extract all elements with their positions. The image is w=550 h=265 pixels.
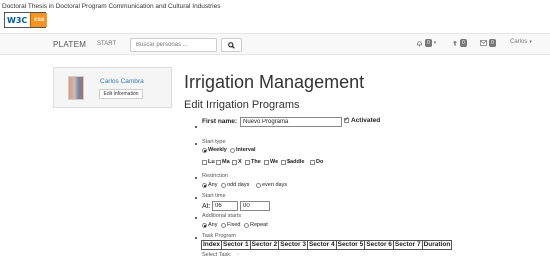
- restriction-odd-radio[interactable]: [221, 183, 226, 188]
- day-label: X: [238, 159, 242, 165]
- restriction-label: Restriction: [202, 173, 228, 179]
- restriction-any-radio[interactable]: [202, 183, 207, 188]
- list-bullet: [195, 197, 197, 199]
- restriction-any-label: Any: [208, 182, 218, 188]
- task-program-label: Task Program: [202, 233, 236, 239]
- additional-repeat-radio[interactable]: [244, 223, 249, 228]
- w3c-logo-text: W3C: [5, 15, 30, 25]
- upload-icon: [452, 40, 458, 46]
- brand-link[interactable]: PLATEM: [53, 40, 86, 49]
- notifications-menu[interactable]: 0 ▾: [416, 39, 436, 47]
- additional-fixed-label: Fixed: [227, 222, 241, 228]
- start-type-interval-label: Interval: [236, 147, 256, 153]
- search-input[interactable]: [130, 38, 217, 52]
- additional-repeat-label: Repeat: [250, 222, 268, 228]
- table-header: Index: [203, 241, 222, 249]
- day-checkbox[interactable]: [245, 160, 250, 165]
- messages-menu[interactable]: 0: [480, 39, 496, 47]
- table-header: Sector 6: [366, 241, 394, 249]
- list-bullet: [195, 177, 197, 179]
- table-header: Sector 7: [394, 241, 423, 249]
- messages-badge: 0: [489, 39, 496, 47]
- day-checkbox[interactable]: [310, 160, 315, 165]
- envelope-icon: [480, 40, 487, 46]
- select-task-dropdown[interactable]: -: [237, 252, 239, 258]
- bell-icon: [417, 40, 422, 47]
- day-label: Lu: [208, 159, 215, 165]
- w3c-css-badge[interactable]: W3C css: [4, 12, 48, 28]
- day-label: We: [270, 159, 279, 165]
- day-label: Ma: [222, 159, 230, 165]
- select-task-label: Select Task:: [202, 252, 232, 258]
- activated-checkbox[interactable]: [344, 116, 349, 123]
- chevron-down-icon: ▾: [433, 40, 437, 46]
- day-label: Do: [316, 159, 324, 165]
- table-header: Sector 1: [222, 241, 251, 249]
- additional-any-label: Any: [208, 222, 218, 228]
- start-type-weekly-label: Weekly: [208, 147, 227, 153]
- notifications-badge: 0: [425, 39, 432, 47]
- list-bullet: [195, 217, 197, 219]
- additional-fixed-radio[interactable]: [221, 223, 226, 228]
- edit-information-button[interactable]: Edit Information: [99, 89, 143, 99]
- list-bullet: [195, 143, 197, 145]
- day-checkbox[interactable]: [281, 160, 286, 165]
- user-menu[interactable]: Carlos ▾: [510, 39, 532, 45]
- table-header: Duration: [423, 241, 451, 248]
- list-bullet: [195, 237, 197, 239]
- profile-card: Carlos Cambra Edit Information: [53, 67, 172, 108]
- page-subtitle: Edit Irrigation Programs: [184, 99, 300, 111]
- navbar: PLATEM START 0 ▾ 0 0 Carlos ▾: [0, 33, 550, 55]
- day-checkbox[interactable]: [216, 160, 221, 165]
- task-program-table: Index Sector 1 Sector 2 Sector 3 Sector …: [201, 240, 453, 250]
- profile-name-link[interactable]: Carlos Cambra: [100, 78, 144, 85]
- start-time-prefix: At:: [202, 203, 211, 210]
- page-caption: Doctoral Thesis in Doctoral Program Comm…: [2, 3, 221, 10]
- start-type-label: Start type: [202, 139, 226, 145]
- table-header: Sector 3: [280, 241, 308, 249]
- avatar: [68, 76, 84, 100]
- nav-start-link[interactable]: START: [97, 41, 116, 47]
- css-logo-text: css: [30, 13, 48, 27]
- day-checkbox[interactable]: [202, 160, 207, 165]
- search-button[interactable]: [221, 38, 242, 52]
- day-label: $addle: [287, 159, 305, 165]
- search-icon: [228, 41, 235, 49]
- list-bullet: [195, 126, 197, 128]
- user-menu-label: Carlos: [510, 39, 528, 45]
- activated-label: Activated: [351, 117, 381, 124]
- table-header: Sector 5: [337, 241, 366, 249]
- first-name-label: First name:: [202, 118, 238, 125]
- start-type-interval-radio[interactable]: [230, 148, 235, 153]
- table-header: Sector 2: [251, 241, 280, 249]
- chevron-down-icon: ▾: [529, 39, 532, 45]
- first-name-input[interactable]: [240, 117, 342, 127]
- start-time-label: Start time: [202, 193, 226, 199]
- start-hour-input[interactable]: [212, 201, 238, 211]
- additional-starts-label: Additional starts: [202, 213, 242, 219]
- uploads-badge: 0: [460, 39, 467, 47]
- page-title: Irrigation Management: [184, 72, 365, 92]
- uploads-menu[interactable]: 0: [452, 39, 467, 47]
- start-type-weekly-radio[interactable]: [202, 148, 207, 153]
- additional-any-radio[interactable]: [202, 223, 207, 228]
- day-checkbox[interactable]: [264, 160, 269, 165]
- start-minute-input[interactable]: [240, 201, 270, 211]
- restriction-even-radio[interactable]: [256, 183, 261, 188]
- day-checkbox[interactable]: [232, 160, 237, 165]
- restriction-odd-label: odd days: [227, 182, 250, 188]
- restriction-even-label: even days: [262, 182, 288, 188]
- day-label: The: [251, 159, 261, 165]
- table-header: Sector 4: [308, 241, 337, 249]
